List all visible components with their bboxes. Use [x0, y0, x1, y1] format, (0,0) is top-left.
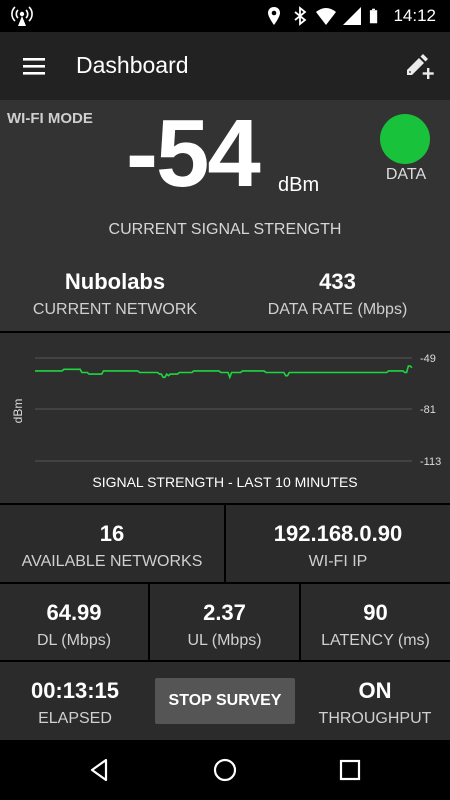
- signal-chart-panel: -49 -81 -113 dBm SIGNAL STRENGTH - LAST …: [0, 333, 450, 503]
- back-icon[interactable]: [84, 754, 116, 786]
- y-tick-label: -113: [420, 456, 441, 468]
- data-indicator: [380, 114, 430, 164]
- data-indicator-label: DATA: [385, 166, 427, 183]
- chart-title: SIGNAL STRENGTH - LAST 10 MINUTES: [92, 474, 357, 490]
- signal-unit: dBm: [278, 174, 320, 196]
- location-icon: [268, 7, 281, 25]
- throughput-label: THROUGHPUT: [318, 710, 432, 727]
- network-name-label: CURRENT NETWORK: [32, 301, 198, 318]
- throughput-toggle[interactable]: ON THROUGHPUT: [300, 662, 450, 740]
- ul-value: 2.37: [203, 600, 246, 625]
- latency-value: 90: [363, 600, 388, 625]
- available-networks-label: AVAILABLE NETWORKS: [21, 553, 203, 570]
- mode-label: WI-FI MODE: [7, 110, 93, 127]
- elapsed-label: ELAPSED: [38, 710, 112, 727]
- data-rate-label: DATA RATE (Mbps): [267, 301, 408, 318]
- stop-survey-button[interactable]: STOP SURVEY: [155, 678, 295, 724]
- signal-caption: CURRENT SIGNAL STRENGTH: [108, 221, 342, 238]
- broadcast-icon: [11, 6, 33, 26]
- throughput-value: ON: [358, 678, 392, 703]
- signal-panel: WI-FI MODE -54 dBm DATA CURRENT SIGNAL S…: [0, 100, 450, 253]
- elapsed-time: 00:13:15 ELAPSED: [0, 662, 150, 740]
- status-bar: 14:12: [0, 0, 450, 32]
- y-tick-label: -49: [420, 353, 436, 365]
- menu-icon[interactable]: [18, 50, 50, 82]
- data-rate-value: 433: [319, 269, 356, 294]
- download-speed: 64.99 DL (Mbps): [0, 584, 148, 660]
- page-title: Dashboard: [76, 52, 189, 78]
- wifi-ip: 192.168.0.90 WI-FI IP: [226, 505, 450, 582]
- edit-add-icon[interactable]: [402, 48, 436, 82]
- y-axis-label: dBm: [11, 399, 25, 424]
- signal-series-line: [35, 365, 413, 380]
- latency: 90 LATENCY (ms): [301, 584, 450, 660]
- dl-value: 64.99: [46, 600, 102, 625]
- recents-icon[interactable]: [334, 754, 366, 786]
- cell-signal-icon: [343, 7, 362, 25]
- available-networks-value: 16: [99, 521, 125, 546]
- signal-chart: -49 -81 -113 dBm SIGNAL STRENGTH - LAST …: [11, 353, 441, 490]
- elapsed-value: 00:13:15: [30, 678, 120, 703]
- wifi-icon: [316, 8, 337, 25]
- wifi-ip-label: WI-FI IP: [308, 553, 368, 570]
- wifi-ip-value: 192.168.0.90: [273, 521, 403, 546]
- dl-label: DL (Mbps): [36, 632, 112, 649]
- latency-label: LATENCY (ms): [321, 632, 430, 649]
- network-panel: Nubolabs CURRENT NETWORK 433 DATA RATE (…: [0, 253, 450, 331]
- y-tick-label: -81: [420, 404, 436, 416]
- bluetooth-icon: [294, 6, 307, 26]
- network-name: Nubolabs: [64, 269, 166, 294]
- navigation-bar: [0, 740, 450, 800]
- home-icon[interactable]: [209, 754, 241, 786]
- app-bar: Dashboard: [0, 32, 450, 100]
- clock: 14:12: [393, 6, 436, 25]
- signal-strength-value: -54: [126, 100, 261, 207]
- battery-icon: [370, 8, 378, 24]
- upload-speed: 2.37 UL (Mbps): [150, 584, 299, 660]
- data-rate: 433 DATA RATE (Mbps): [225, 253, 450, 331]
- available-networks: 16 AVAILABLE NETWORKS: [0, 505, 224, 582]
- ul-label: UL (Mbps): [187, 632, 262, 649]
- current-network: Nubolabs CURRENT NETWORK: [0, 253, 230, 331]
